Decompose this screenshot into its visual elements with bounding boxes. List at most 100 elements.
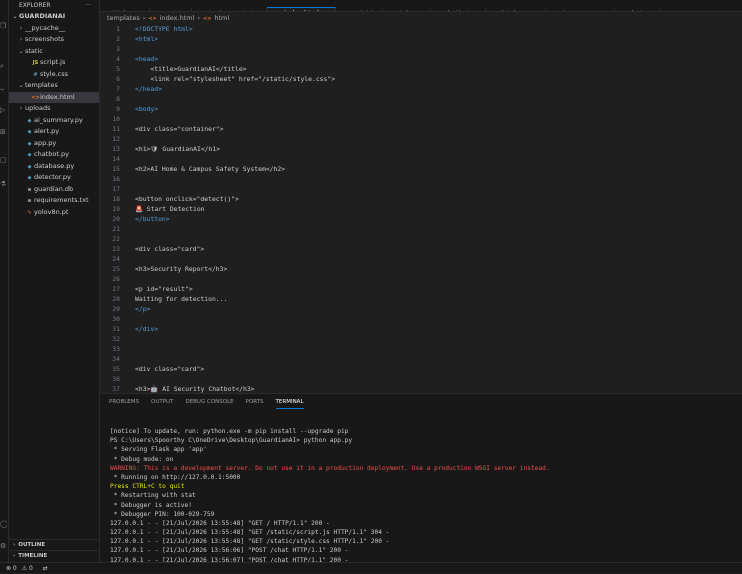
terminal-output[interactable]: [notice] To update, run: python.exe -m p… bbox=[110, 427, 740, 565]
line-number: 10 bbox=[112, 115, 120, 123]
line-number: 11 bbox=[112, 125, 120, 133]
file-tree-item[interactable]: ◆ app.py bbox=[9, 138, 99, 150]
file-tree-item[interactable]: › uploads bbox=[9, 103, 99, 115]
files-icon[interactable]: ❐ bbox=[0, 22, 7, 30]
extensions-icon[interactable]: ⊞ bbox=[0, 128, 7, 136]
file-tree-item[interactable]: ⌄GUARDIANAI bbox=[9, 11, 99, 23]
line-number: 22 bbox=[112, 235, 120, 243]
html-file-icon[interactable]: <> bbox=[148, 16, 156, 22]
breadcrumb-separator: › bbox=[197, 14, 200, 22]
breadcrumb-separator: › bbox=[142, 14, 146, 22]
terminal-line: [notice] To update, run: python.exe -m p… bbox=[110, 428, 349, 435]
code-line: <head> bbox=[135, 55, 159, 63]
errors-count[interactable]: ⊗ 0 bbox=[6, 565, 17, 572]
ports-icon[interactable]: ⇄ bbox=[43, 565, 48, 572]
panel-tab-problems[interactable]: PROBLEMS bbox=[109, 394, 139, 410]
code-line: <h1>🛡 GuardianAI</h1> bbox=[135, 145, 221, 153]
line-numbers: 1 2 3 4 5 6 7 8 9 10 11 12 13 14 15 16 17 18 19 20 21 22 23 24 2… bbox=[100, 24, 120, 393]
outline-label: OUTLINE bbox=[18, 542, 46, 548]
warnings-count[interactable]: ⚠ 0 bbox=[22, 565, 33, 572]
terminal-line: 127.0.0.1 - - [21/Jul/2026 13:55:48] "GE… bbox=[110, 519, 330, 527]
file-tree-item[interactable]: ◆ chatbot.py bbox=[9, 149, 99, 161]
line-number: 30 bbox=[112, 315, 120, 323]
file-tree-item[interactable]: ✎ yolov8n.pt bbox=[9, 207, 99, 219]
file-tree-item[interactable]: ◆ ai_summary.py bbox=[9, 115, 99, 127]
file-tree-label: index.html bbox=[40, 92, 75, 101]
terminal-line: WARNING: This is a development server. D… bbox=[110, 464, 550, 472]
file-tree-label: requirements.txt bbox=[34, 196, 89, 204]
code-line: <body> bbox=[135, 105, 159, 113]
breadcrumb-item[interactable]: html bbox=[214, 14, 229, 22]
file-tree-item[interactable]: <>index.html bbox=[9, 91, 99, 103]
file-tree-item[interactable]: JS script.js bbox=[9, 57, 99, 69]
code-line: </button> bbox=[135, 215, 170, 223]
line-number: 34 bbox=[112, 355, 120, 363]
outline-section[interactable]: › OUTLINE bbox=[9, 539, 99, 550]
breadcrumb-item[interactable]: index.html bbox=[160, 14, 195, 22]
editor-tabs: ≺Welcome◆app.py≡requirements.txt<>index.… bbox=[100, 0, 742, 12]
file-tree-item[interactable]: › __pycache__ bbox=[9, 23, 99, 35]
source-control-icon[interactable]: ⑂ bbox=[0, 86, 7, 94]
remote-icon[interactable]: ▢ bbox=[0, 156, 7, 164]
line-number: 32 bbox=[112, 335, 120, 343]
code-editor[interactable]: 1 2 3 4 5 6 7 8 9 10 11 12 13 14 15 16 17 18 19 20 21 22 23 24 2… bbox=[100, 24, 742, 393]
timeline-section[interactable]: › TIMELINE bbox=[9, 550, 99, 561]
chevron-icon: ⌄ bbox=[18, 82, 24, 89]
code-line: <title>GuardianAI</title> bbox=[135, 65, 247, 73]
code-line: </p> bbox=[135, 305, 151, 313]
chevron-icon: › bbox=[19, 105, 23, 112]
search-icon[interactable]: ⌕ bbox=[0, 62, 7, 70]
activity-bar: ❐ ⌕ ⑂ ▷ ⊞ ▢ ⚗ ◯ ⚙ bbox=[0, 0, 9, 562]
code-line: <h2>AI Home & Campus Safety System</h2> bbox=[135, 165, 286, 173]
breadcrumb: templates › <> index.html › <> html bbox=[100, 12, 742, 24]
line-number: 23 bbox=[112, 245, 120, 253]
line-number: 3 bbox=[116, 45, 120, 53]
breadcrumb-item[interactable]: templates bbox=[107, 14, 140, 22]
file-tree-item[interactable]: ◆ database.py bbox=[9, 161, 99, 173]
panel-tab-output[interactable]: OUTPUT bbox=[151, 394, 173, 410]
line-number: 35 bbox=[112, 365, 120, 373]
panel-tab-debug-console[interactable]: DEBUG CONSOLE bbox=[185, 394, 233, 410]
status-bar: ⊗ 0 ⚠ 0 ⇄ bbox=[0, 562, 742, 573]
testing-icon[interactable]: ⚗ bbox=[0, 180, 7, 188]
chevron-icon: › bbox=[19, 24, 23, 32]
file-tree-label: static bbox=[25, 46, 43, 55]
file-tree-item[interactable]: ⌄templates bbox=[9, 80, 99, 92]
run-debug-icon[interactable]: ▷ bbox=[0, 106, 7, 114]
chevron-icon: ⌄ bbox=[18, 47, 24, 55]
file-tree-label: GUARDIANAI bbox=[19, 12, 66, 20]
code-line: <div class="card"> bbox=[135, 245, 205, 253]
explorer-title: EXPLORER bbox=[19, 2, 51, 9]
line-number: 1 bbox=[116, 25, 120, 33]
line-number: 16 bbox=[112, 175, 120, 183]
file-tree-item[interactable]: ≡ requirements.txt bbox=[9, 195, 99, 207]
file-tree-item[interactable]: ⌄static bbox=[9, 46, 99, 58]
file-type-icon: ✎ bbox=[27, 209, 32, 216]
code-line: <!DOCTYPE html> bbox=[135, 25, 193, 33]
file-tree-item[interactable]: ◆ detector.py bbox=[9, 172, 99, 184]
more-actions-icon[interactable]: ··· bbox=[85, 0, 91, 11]
line-number: 37 bbox=[112, 385, 120, 393]
chevron-icon: ⌄ bbox=[12, 13, 18, 20]
panel-tab-terminal[interactable]: TERMINAL bbox=[275, 396, 304, 409]
file-tree-item[interactable]: # style.css bbox=[9, 69, 99, 81]
code-line: <link rel="stylesheet" href="/static/sty… bbox=[135, 75, 336, 83]
panel-tab-ports[interactable]: PORTS bbox=[246, 394, 264, 410]
file-tree-label: database.py bbox=[34, 161, 75, 170]
file-tree-item[interactable]: ≡ guardian.db bbox=[9, 184, 99, 196]
line-number: 24 bbox=[112, 255, 120, 263]
explorer-header: EXPLORER ··· bbox=[9, 0, 99, 11]
settings-gear-icon[interactable]: ⚙ bbox=[0, 542, 7, 550]
code-line: <h3>Security Report</h3> bbox=[135, 265, 228, 273]
html-file-icon[interactable]: <> bbox=[203, 16, 211, 22]
file-tree-item[interactable]: ◆ alert.py bbox=[9, 126, 99, 138]
file-tree-item[interactable]: › screenshots bbox=[9, 34, 99, 46]
file-tree-label: __pycache__ bbox=[25, 23, 66, 32]
file-tree-label: alert.py bbox=[34, 127, 60, 135]
account-icon[interactable]: ◯ bbox=[0, 520, 7, 528]
